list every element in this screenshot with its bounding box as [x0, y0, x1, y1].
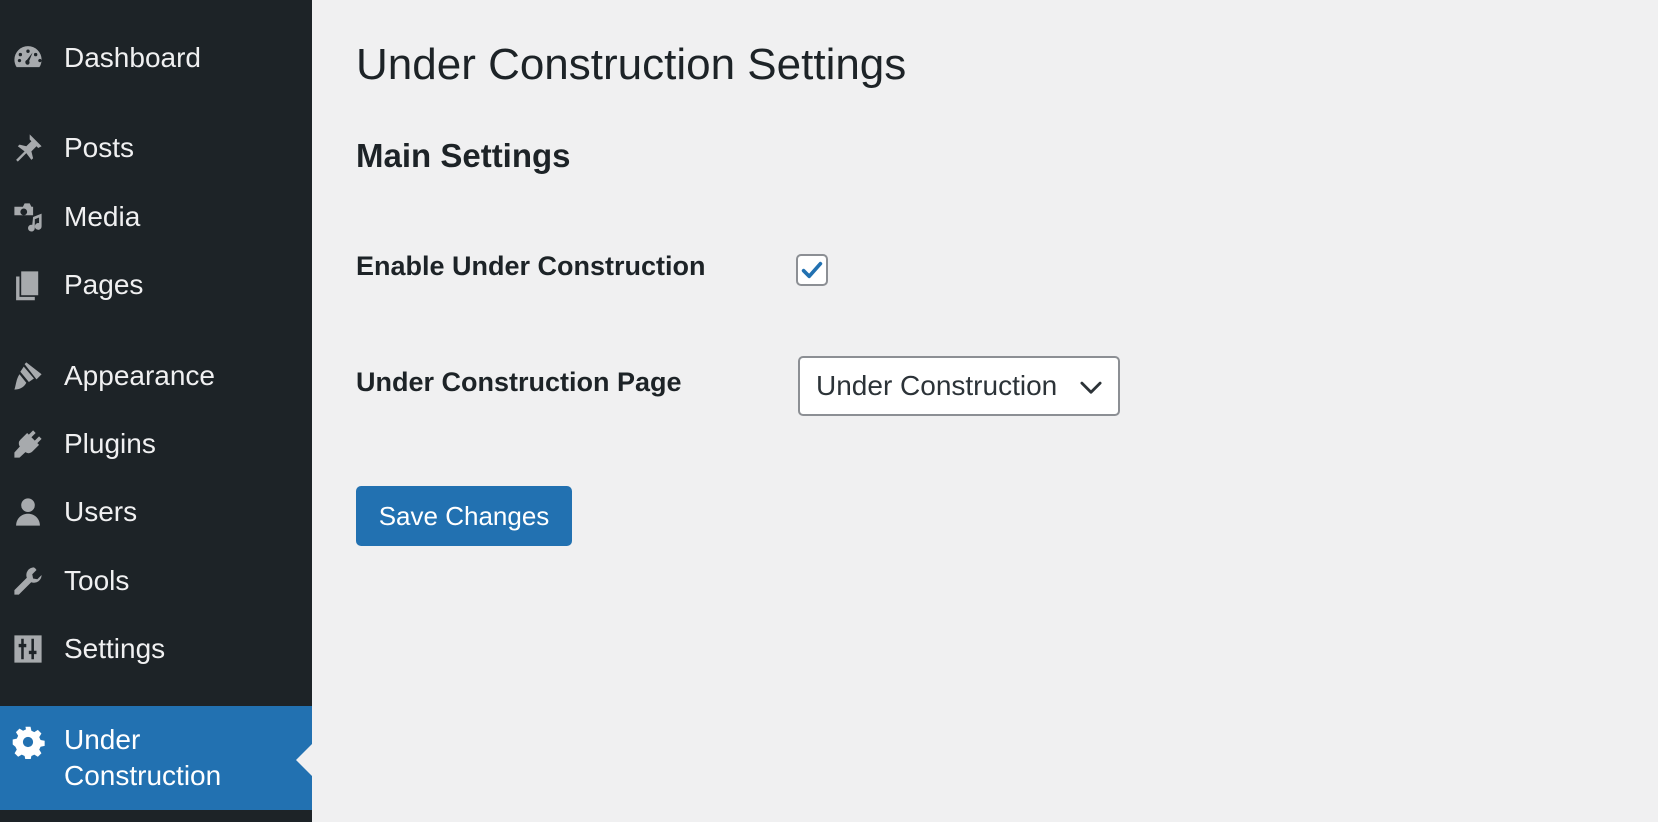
pin-icon [10, 130, 46, 166]
sidebar-item-appearance[interactable]: Appearance [0, 346, 312, 406]
section-title: Main Settings [356, 137, 571, 174]
sidebar-item-tools[interactable]: Tools [0, 551, 312, 611]
sidebar-item-under-construction[interactable]: Under Construction [0, 706, 312, 810]
dashboard-icon [10, 40, 46, 76]
sidebar-item-label: Dashboard [64, 42, 201, 73]
wrench-icon [10, 563, 46, 599]
save-changes-button[interactable]: Save Changes [356, 486, 572, 546]
sidebar-item-label: Pages [64, 269, 144, 300]
checkmark-icon [801, 261, 823, 279]
enable-under-construction-label: Enable Under Construction [356, 251, 706, 281]
under-construction-page-select[interactable]: Under Construction [798, 356, 1120, 416]
sidebar-item-pages[interactable]: Pages [0, 255, 312, 315]
sidebar-item-label: Tools [64, 565, 130, 596]
gear-icon [10, 724, 46, 760]
sliders-icon [10, 631, 46, 667]
paintbrush-icon [10, 358, 46, 394]
select-value: Under Construction [816, 370, 1058, 401]
sidebar-item-plugins[interactable]: Plugins [0, 414, 312, 474]
user-icon [10, 494, 46, 530]
media-icon [10, 199, 46, 235]
sidebar-item-users[interactable]: Users [0, 482, 312, 542]
sidebar-item-label: Settings [64, 633, 166, 664]
sidebar-item-label: Appearance [64, 360, 216, 391]
sidebar-item-label: Posts [64, 132, 135, 163]
pages-icon [10, 267, 46, 303]
admin-sidebar: Dashboard Posts Media Pages Appearance P… [0, 0, 312, 822]
enable-under-construction-checkbox[interactable] [796, 254, 828, 286]
under-construction-page-label: Under Construction Page [356, 367, 682, 397]
active-indicator-arrow [296, 744, 312, 776]
chevron-down-icon [1080, 381, 1102, 394]
sidebar-item-label: Under Construction [64, 724, 222, 791]
page-title: Under Construction Settings [356, 40, 907, 89]
sidebar-item-label: Plugins [64, 428, 156, 459]
sidebar-item-label: Users [64, 496, 138, 527]
sidebar-item-media[interactable]: Media [0, 187, 312, 247]
sidebar-item-label: Media [64, 201, 141, 232]
sidebar-item-posts[interactable]: Posts [0, 118, 312, 178]
sidebar-item-dashboard[interactable]: Dashboard [0, 28, 312, 88]
plug-icon [10, 426, 46, 462]
sidebar-item-settings[interactable]: Settings [0, 619, 312, 679]
